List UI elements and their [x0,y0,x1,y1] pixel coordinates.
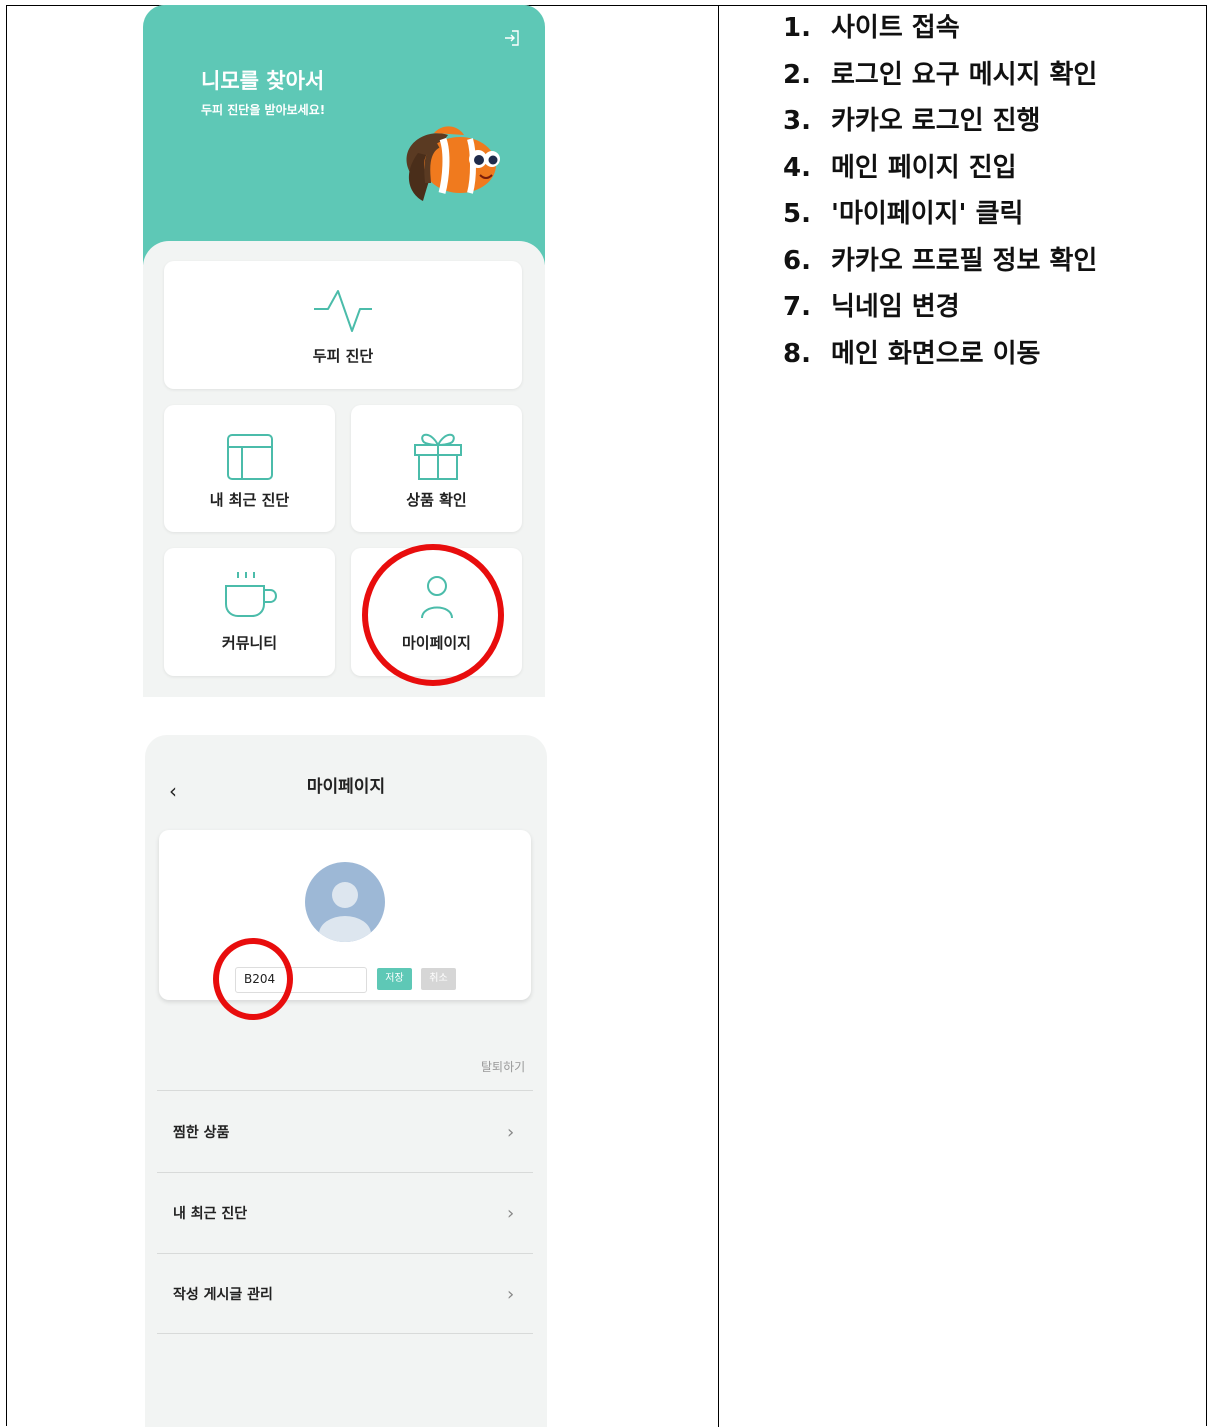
step-item: 8. 메인 화면으로 이동 [783,338,1041,369]
step-item: 5. '마이페이지' 클릭 [783,199,1024,229]
menu-item-my-posts[interactable]: 작성 게시글 관리 › [157,1254,533,1334]
pulse-icon [314,290,372,332]
chevron-right-icon: › [507,1122,515,1143]
save-button[interactable]: 저장 [377,968,412,990]
products-card[interactable]: 상품 확인 [351,405,522,532]
menu-item-recent-diagnosis[interactable]: 내 최근 진단 › [157,1173,533,1253]
menu-item-label: 내 최근 진단 [173,1206,248,1222]
layout-icon [227,434,273,480]
step-item: 4. 메인 페이지 진입 [783,152,1017,183]
page-title: 마이페이지 [306,777,386,797]
products-label: 상품 확인 [406,491,467,509]
scalp-diagnosis-card[interactable]: 두피 진단 [164,261,522,389]
recent-diagnosis-card[interactable]: 내 최근 진단 [164,405,335,532]
step-item: 7. 닉네임 변경 [783,292,960,322]
menu-item-label: 찜한 상품 [173,1125,230,1141]
chevron-right-icon: › [507,1284,515,1305]
chevron-right-icon: › [507,1203,515,1224]
divider [157,1090,533,1091]
step-item: 1. 사이트 접속 [783,13,960,43]
app-title: 니모를 찾아서 [201,69,325,93]
community-card[interactable]: 커뮤니티 [164,548,335,676]
withdraw-link[interactable]: 탈퇴하기 [481,1058,525,1075]
app-subtitle: 두피 진단을 받아보세요! [201,103,326,117]
gift-icon [414,433,462,480]
step-item: 2. 로그인 요구 메시지 확인 [783,59,1098,90]
clownfish-mascot-icon [406,126,500,201]
step-item: 3. 카카오 로그인 진행 [783,106,1041,136]
scalp-diagnosis-label: 두피 진단 [312,347,374,365]
cancel-button[interactable]: 취소 [421,968,456,990]
table-divider [718,5,719,1427]
login-icon[interactable] [503,29,521,47]
recent-diagnosis-label: 내 최근 진단 [209,491,290,509]
menu-item-wishlist[interactable]: 찜한 상품 › [157,1092,533,1172]
hero-banner: 니모를 찾아서 두피 진단을 받아보세요! [143,5,545,265]
menu-item-label: 작성 게시글 관리 [173,1287,273,1303]
highlight-nickname-circle [213,938,293,1020]
community-label: 커뮤니티 [221,634,278,652]
divider [157,1333,533,1334]
default-avatar-icon [319,882,371,942]
avatar [305,862,385,942]
step-item: 6. 카카오 프로필 정보 확인 [783,245,1098,276]
coffee-cup-icon [225,572,277,617]
highlight-mypage-circle [362,544,504,686]
mypage-screen: ‹ 마이페이지 B204 저장 취소 탈퇴하기 찜한 상품 › 내 최근 진단 … [145,735,547,1427]
steps-list: 1. 사이트 접속 2. 로그인 요구 메시지 확인 3. 카카오 로그인 진행 4.… [783,7,1097,379]
